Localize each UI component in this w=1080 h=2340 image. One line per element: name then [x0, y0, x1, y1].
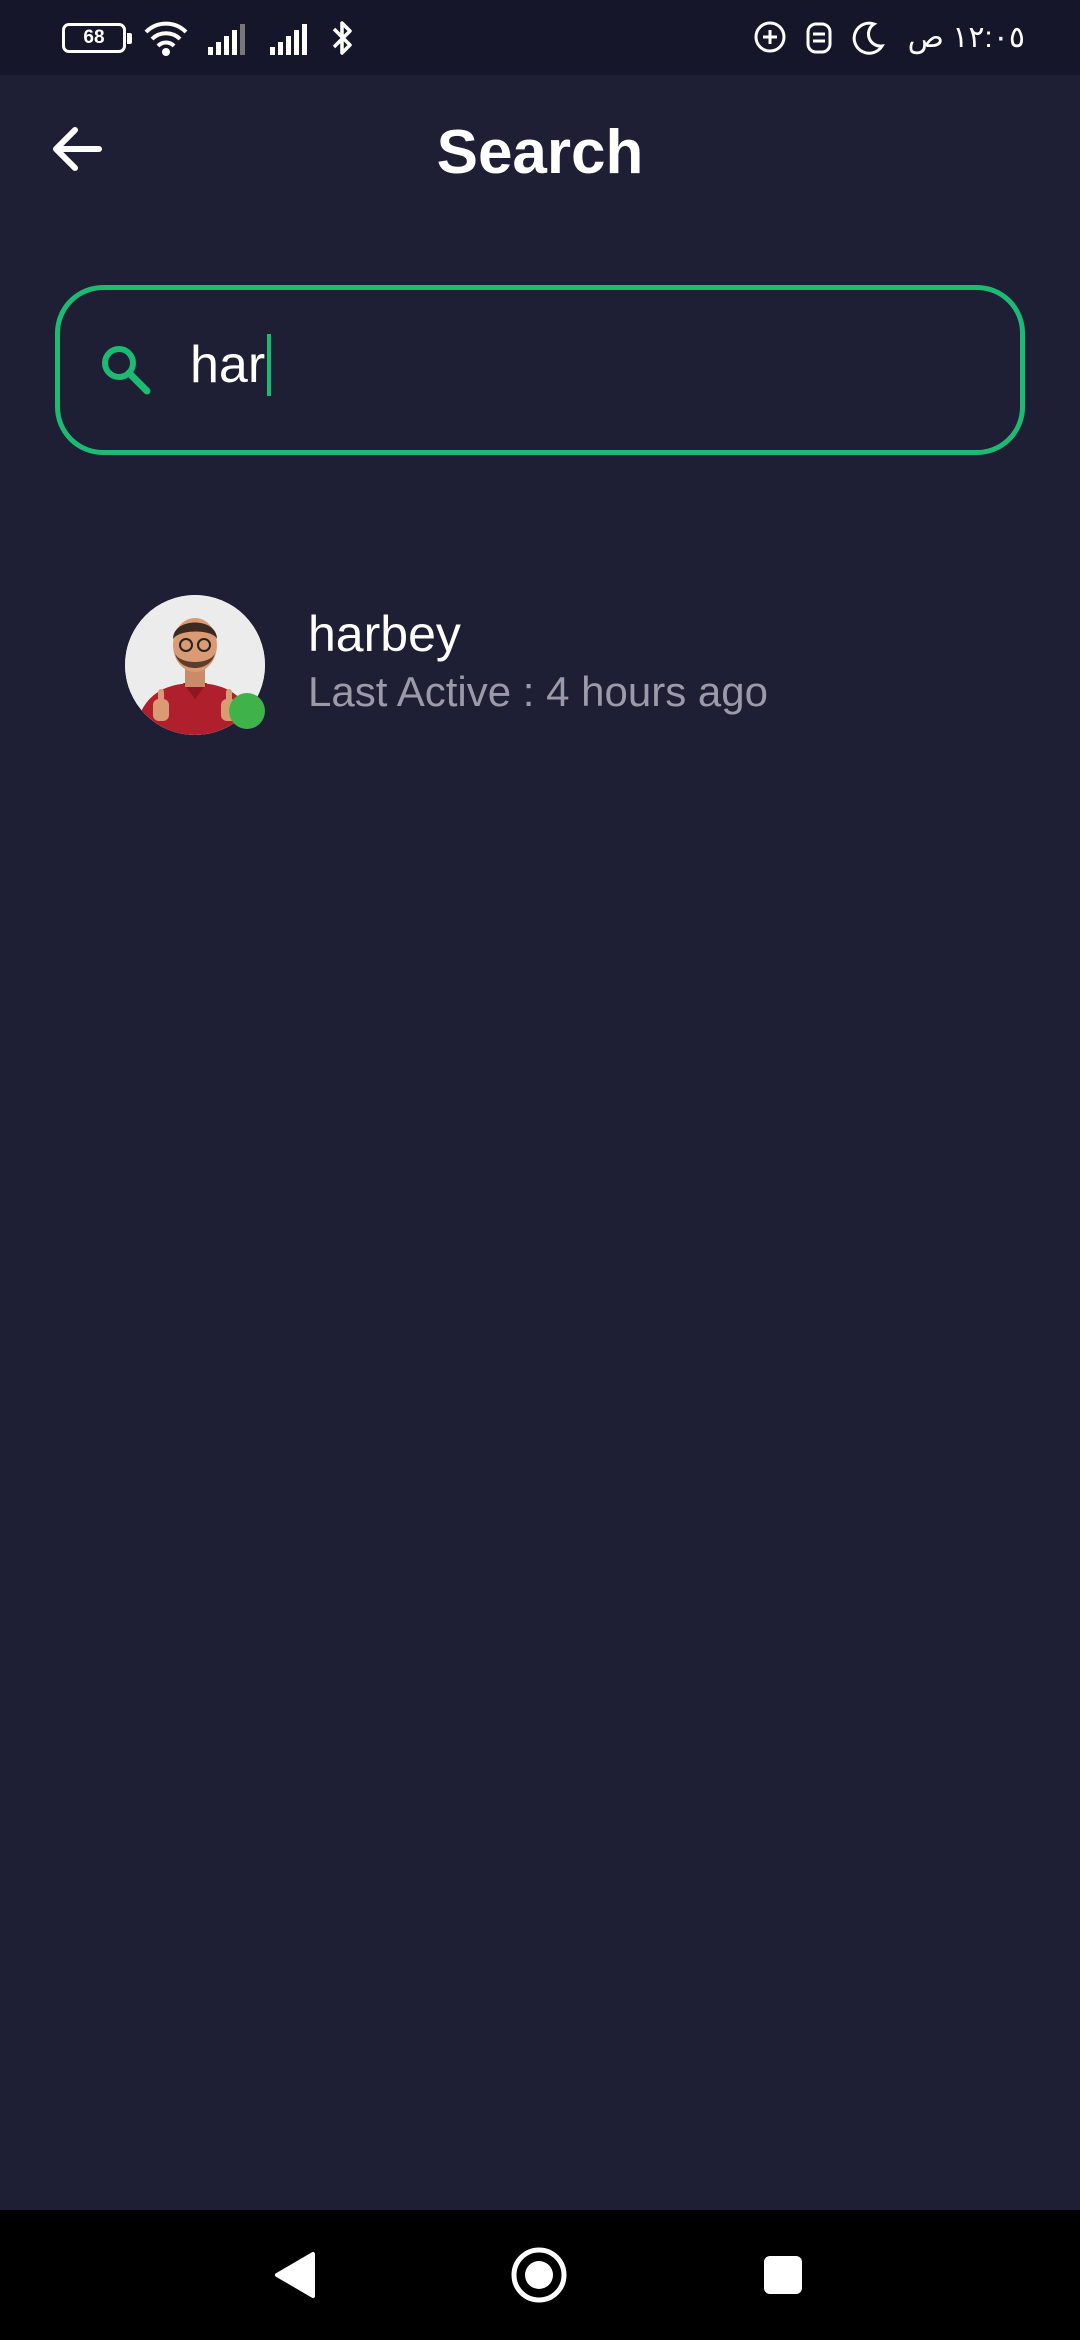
search-input[interactable]: har — [190, 330, 272, 400]
online-status-dot — [229, 693, 265, 729]
home-circle-icon — [511, 2247, 567, 2303]
battery-icon: 68 — [62, 22, 132, 53]
signal-icon — [268, 21, 314, 55]
status-clock: ١٢:٠٥ ص — [907, 21, 1025, 54]
recents-square-icon — [764, 2256, 802, 2294]
result-last-active: Last Active : 4 hours ago — [308, 668, 768, 715]
system-nav-bar — [0, 2210, 1080, 2340]
search-icon — [98, 342, 154, 403]
moon-icon — [850, 20, 886, 56]
bluetooth-icon — [330, 19, 356, 57]
search-field[interactable]: har — [55, 285, 1025, 455]
status-bar-left: 68 — [62, 18, 356, 58]
signal-icon — [206, 21, 252, 55]
result-name: harbey — [308, 606, 461, 662]
nav-home-button[interactable] — [509, 2245, 569, 2305]
status-bar-right: ١٢:٠٥ ص — [752, 20, 1025, 56]
nav-back-button[interactable] — [265, 2245, 325, 2305]
result-item[interactable]: harbey Last Active : 4 hours ago — [125, 595, 985, 735]
vpn-icon — [804, 20, 834, 56]
text-caret — [267, 334, 272, 396]
search-input-value: har — [190, 336, 266, 394]
status-bar: 68 ١٢:٠٥ ص — [0, 0, 1080, 75]
battery-level: 68 — [83, 26, 105, 48]
chat-add-icon — [752, 20, 788, 56]
nav-recents-button[interactable] — [753, 2245, 813, 2305]
wifi-icon — [142, 18, 190, 58]
app-bar: Search — [0, 75, 1080, 230]
back-triangle-icon — [275, 2252, 315, 2298]
page-title: Search — [436, 118, 644, 187]
search-screen: 68 ١٢:٠٥ ص Search har harbey Last Active… — [0, 0, 1080, 2340]
